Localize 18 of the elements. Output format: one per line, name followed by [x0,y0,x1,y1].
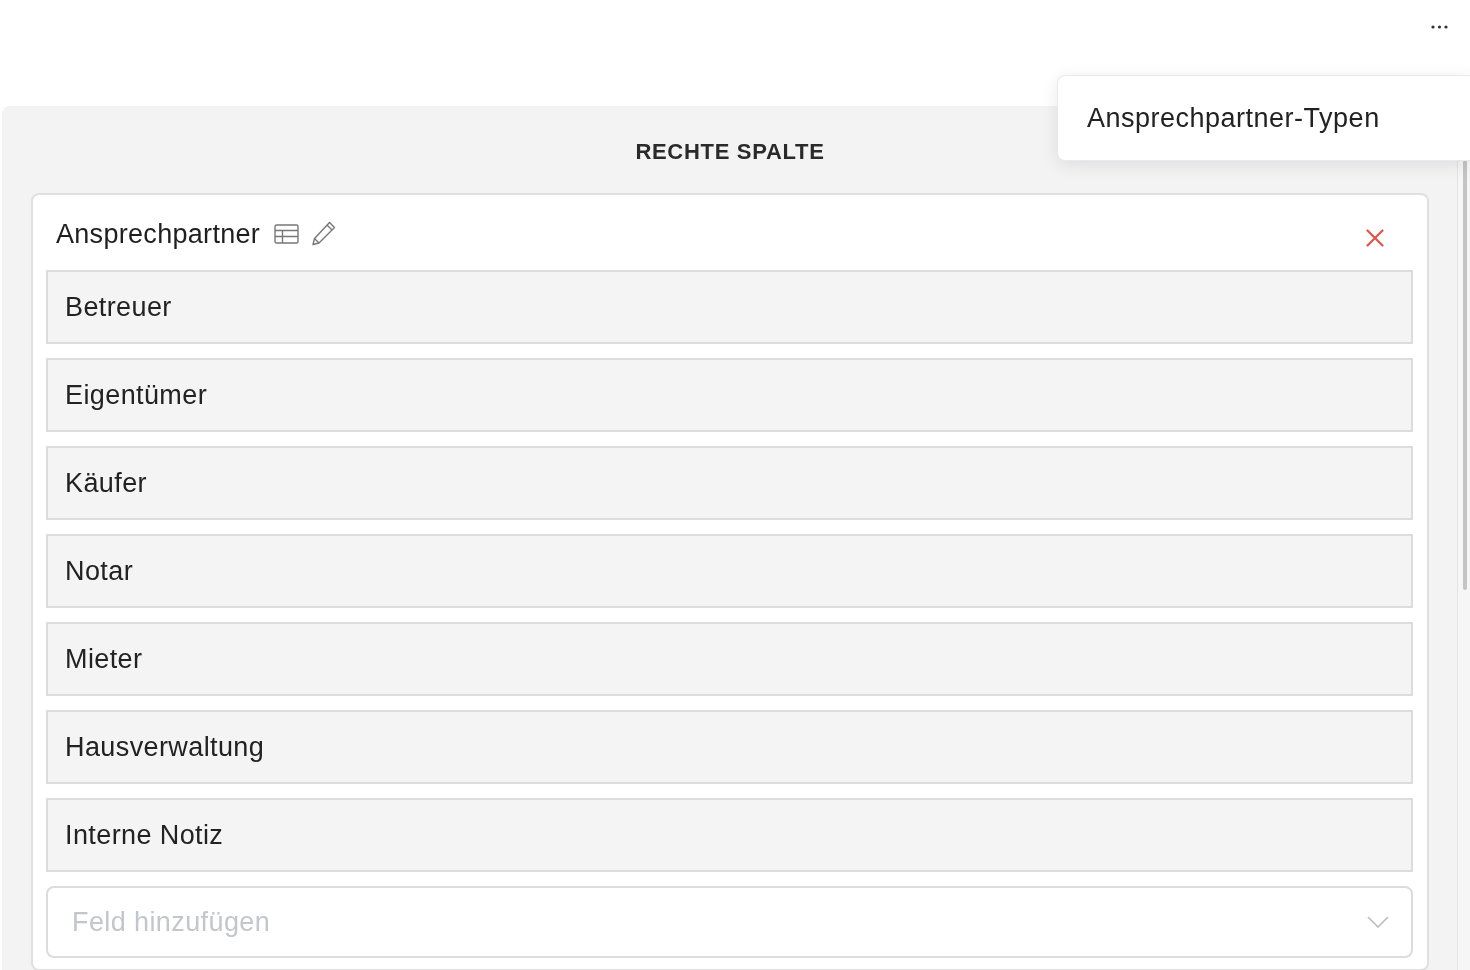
scrollbar-thumb[interactable] [1463,160,1467,590]
remove-button[interactable] [1366,229,1384,247]
section-title: Ansprechpartner [56,217,261,250]
table-icon[interactable] [274,223,300,244]
add-field-select[interactable]: Feld hinzufügen [46,886,1413,958]
field-item[interactable]: Hausverwaltung [46,710,1413,784]
panel-title: RECHTE SPALTE [635,139,825,165]
more-icon [1430,25,1448,29]
field-item[interactable]: Betreuer [46,270,1413,344]
pencil-icon[interactable] [311,221,337,246]
close-icon [1366,229,1384,247]
menu-item[interactable]: Ansprechpartner-Typen [1058,102,1409,134]
field-item[interactable]: Käufer [46,446,1413,520]
chevron-down-icon [1367,916,1389,928]
field-item[interactable]: Eigentümer [46,358,1413,432]
field-item[interactable]: Interne Notiz [46,798,1413,872]
field-item[interactable]: Notar [46,534,1413,608]
field-item[interactable]: Mieter [46,622,1413,696]
